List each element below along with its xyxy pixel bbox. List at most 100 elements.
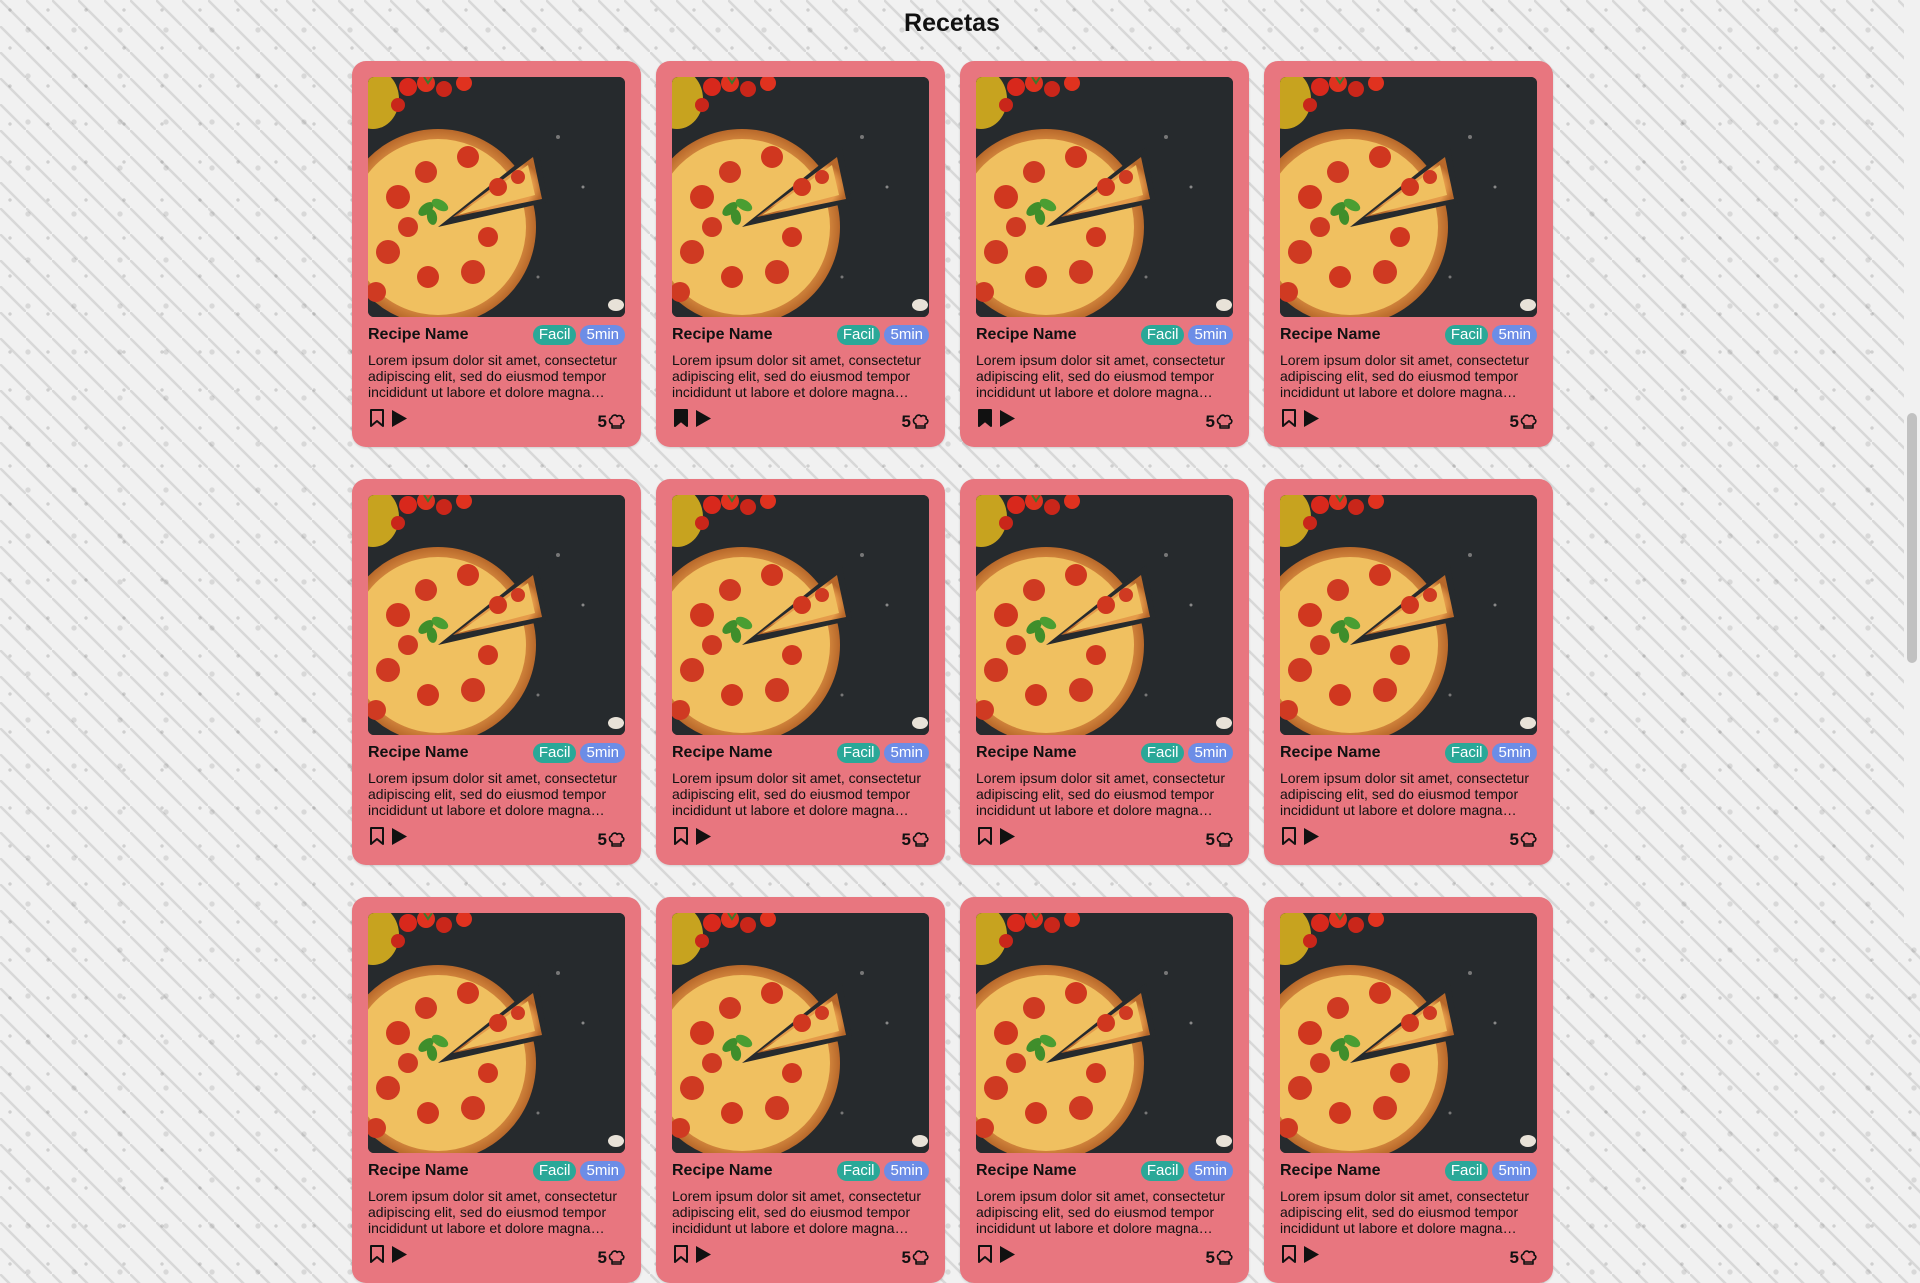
recipe-image[interactable] [368, 77, 625, 317]
bookmark-icon[interactable] [977, 827, 993, 851]
play-icon[interactable] [694, 1245, 712, 1269]
recipe-description: Lorem ipsum dolor sit amet, consectetur … [672, 352, 921, 400]
recipe-name[interactable]: Recipe Name [1280, 744, 1441, 762]
difficulty-badge: Facil [1444, 743, 1489, 763]
scrollbar[interactable] [1904, 0, 1920, 943]
recipe-card[interactable]: Recipe Name Facil 5min Lorem ipsum dolor… [656, 897, 945, 1283]
recipe-card[interactable]: Recipe Name Facil 5min Lorem ipsum dolor… [352, 61, 641, 447]
play-icon[interactable] [694, 827, 712, 851]
difficulty-badge: Facil [1444, 1161, 1489, 1181]
bookmark-icon[interactable] [1281, 409, 1297, 433]
rating-value: 5 [901, 1248, 911, 1267]
recipe-card[interactable]: Recipe Name Facil 5min Lorem ipsum dolor… [960, 61, 1249, 447]
recipe-description: Lorem ipsum dolor sit amet, consectetur … [368, 352, 617, 400]
recipe-card[interactable]: Recipe Name Facil 5min Lorem ipsum dolor… [960, 897, 1249, 1283]
recipe-card[interactable]: Recipe Name Facil 5min Lorem ipsum dolor… [1264, 61, 1553, 447]
recipe-card[interactable]: Recipe Name Facil 5min Lorem ipsum dolor… [352, 479, 641, 865]
chef-hat-icon [608, 1250, 625, 1265]
chef-hat-icon [608, 414, 625, 429]
time-badge: 5min [1492, 1161, 1537, 1181]
bookmark-icon[interactable] [977, 409, 993, 433]
play-icon[interactable] [1302, 1245, 1320, 1269]
bookmark-icon[interactable] [977, 1245, 993, 1269]
rating-value: 5 [1509, 830, 1519, 849]
play-icon[interactable] [998, 1245, 1016, 1269]
recipe-grid: Recipe Name Facil 5min Lorem ipsum dolor… [352, 61, 1553, 1283]
recipe-description: Lorem ipsum dolor sit amet, consectetur … [672, 1188, 921, 1236]
recipe-card[interactable]: Recipe Name Facil 5min Lorem ipsum dolor… [960, 479, 1249, 865]
recipe-image[interactable] [976, 495, 1233, 735]
recipe-name[interactable]: Recipe Name [368, 744, 529, 762]
rating: 5 [1510, 1248, 1537, 1268]
recipe-image[interactable] [368, 495, 625, 735]
play-icon[interactable] [1302, 409, 1320, 433]
play-icon[interactable] [694, 409, 712, 433]
difficulty-badge: Facil [836, 325, 881, 345]
play-icon[interactable] [1302, 827, 1320, 851]
bookmark-icon[interactable] [673, 409, 689, 433]
difficulty-badge: Facil [1444, 325, 1489, 345]
recipe-image[interactable] [976, 913, 1233, 1153]
bookmark-icon[interactable] [369, 1245, 385, 1269]
play-icon[interactable] [998, 827, 1016, 851]
recipe-name[interactable]: Recipe Name [672, 744, 833, 762]
chef-hat-icon [1520, 1250, 1537, 1265]
chef-hat-icon [1520, 832, 1537, 847]
recipe-name[interactable]: Recipe Name [368, 326, 529, 344]
recipe-card[interactable]: Recipe Name Facil 5min Lorem ipsum dolor… [656, 479, 945, 865]
chef-hat-icon [1216, 1250, 1233, 1265]
recipe-name[interactable]: Recipe Name [1280, 1162, 1441, 1180]
chef-hat-icon [912, 414, 929, 429]
rating-value: 5 [901, 412, 911, 431]
rating-value: 5 [597, 1248, 607, 1267]
bookmark-icon[interactable] [369, 409, 385, 433]
recipe-description: Lorem ipsum dolor sit amet, consectetur … [368, 1188, 617, 1236]
recipe-name[interactable]: Recipe Name [1280, 326, 1441, 344]
recipe-image[interactable] [1280, 495, 1537, 735]
bookmark-icon[interactable] [369, 827, 385, 851]
recipe-name[interactable]: Recipe Name [976, 1162, 1137, 1180]
difficulty-badge: Facil [836, 1161, 881, 1181]
rating: 5 [1510, 412, 1537, 432]
rating-value: 5 [1509, 412, 1519, 431]
bookmark-icon[interactable] [1281, 827, 1297, 851]
time-badge: 5min [884, 1161, 929, 1181]
recipe-image[interactable] [672, 913, 929, 1153]
play-icon[interactable] [390, 409, 408, 433]
difficulty-badge: Facil [1140, 325, 1185, 345]
recipe-image[interactable] [976, 77, 1233, 317]
recipe-card[interactable]: Recipe Name Facil 5min Lorem ipsum dolor… [656, 61, 945, 447]
play-icon[interactable] [390, 827, 408, 851]
page-title: Recetas [904, 9, 1000, 37]
chef-hat-icon [608, 832, 625, 847]
time-badge: 5min [1492, 325, 1537, 345]
chef-hat-icon [912, 832, 929, 847]
chef-hat-icon [912, 1250, 929, 1265]
bookmark-icon[interactable] [1281, 1245, 1297, 1269]
recipe-name[interactable]: Recipe Name [976, 326, 1137, 344]
recipe-card[interactable]: Recipe Name Facil 5min Lorem ipsum dolor… [352, 897, 641, 1283]
recipe-card[interactable]: Recipe Name Facil 5min Lorem ipsum dolor… [1264, 897, 1553, 1283]
recipe-image[interactable] [368, 913, 625, 1153]
recipe-image[interactable] [1280, 77, 1537, 317]
difficulty-badge: Facil [532, 743, 577, 763]
bookmark-icon[interactable] [673, 1245, 689, 1269]
recipe-image[interactable] [1280, 913, 1537, 1153]
recipe-name[interactable]: Recipe Name [368, 1162, 529, 1180]
recipe-image[interactable] [672, 77, 929, 317]
play-icon[interactable] [998, 409, 1016, 433]
recipe-name[interactable]: Recipe Name [672, 326, 833, 344]
recipe-name[interactable]: Recipe Name [976, 744, 1137, 762]
bookmark-icon[interactable] [673, 827, 689, 851]
recipe-description: Lorem ipsum dolor sit amet, consectetur … [976, 770, 1225, 818]
chef-hat-icon [1216, 414, 1233, 429]
recipe-name[interactable]: Recipe Name [672, 1162, 833, 1180]
scrollbar-thumb[interactable] [1907, 413, 1917, 663]
rating-value: 5 [597, 412, 607, 431]
play-icon[interactable] [390, 1245, 408, 1269]
time-badge: 5min [1492, 743, 1537, 763]
recipe-card[interactable]: Recipe Name Facil 5min Lorem ipsum dolor… [1264, 479, 1553, 865]
recipe-image[interactable] [672, 495, 929, 735]
difficulty-badge: Facil [836, 743, 881, 763]
rating-value: 5 [1509, 1248, 1519, 1267]
